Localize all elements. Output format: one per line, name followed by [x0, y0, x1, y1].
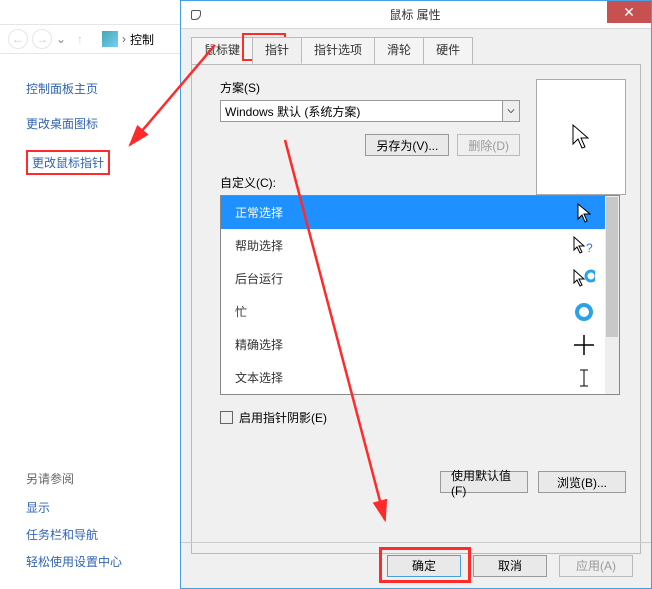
list-item-label: 文本选择	[235, 369, 283, 386]
dialog-title: 鼠标 属性	[209, 6, 621, 23]
svg-text:?: ?	[586, 241, 593, 255]
use-default-button[interactable]: 使用默认值(F)	[440, 471, 528, 493]
tab-hardware[interactable]: 硬件	[423, 37, 473, 64]
cursor-arrow-icon	[572, 124, 590, 150]
tab-wheel[interactable]: 滑轮	[374, 37, 424, 64]
cursor-help-icon: ?	[573, 235, 595, 257]
cursor-working-icon	[573, 268, 595, 290]
cursor-listbox[interactable]: 正常选择 帮助选择 ? 后台运行 忙 精确选择	[220, 195, 620, 395]
tab-buttons[interactable]: 鼠标键	[191, 37, 253, 64]
explorer-nav-bar: ← → ⌄ ↑ › 控制	[0, 24, 180, 54]
list-item-label: 正常选择	[235, 204, 283, 221]
see-also-title: 另请参阅	[26, 470, 176, 487]
breadcrumb-text: 控制	[130, 31, 154, 48]
scrollbar[interactable]	[605, 196, 619, 394]
back-button[interactable]: ←	[8, 29, 28, 49]
footer-link-taskbar[interactable]: 任务栏和导航	[26, 526, 176, 543]
control-panel-icon	[102, 31, 118, 47]
forward-button[interactable]: →	[32, 29, 52, 49]
history-dropdown[interactable]: ⌄	[56, 32, 66, 46]
footer-link-ease[interactable]: 轻松使用设置中心	[26, 553, 176, 570]
apply-button: 应用(A)	[559, 555, 633, 577]
list-item[interactable]: 帮助选择 ?	[221, 229, 605, 262]
cursor-busy-icon	[573, 301, 595, 323]
control-panel-sidebar: 控制面板主页 更改桌面图标 更改鼠标指针	[0, 70, 180, 193]
list-item-label: 后台运行	[235, 270, 283, 287]
mouse-properties-dialog: 鼠标 属性 ✕ 鼠标键 指针 指针选项 滑轮 硬件 方案(S) 另存为(V)..…	[180, 0, 652, 589]
delete-button: 删除(D)	[457, 134, 520, 156]
chevron-down-icon[interactable]	[502, 100, 520, 122]
breadcrumb[interactable]: › 控制	[102, 31, 154, 48]
control-panel-home[interactable]: 控制面板主页	[26, 80, 180, 97]
shadow-checkbox-row[interactable]: 启用指针阴影(E)	[220, 409, 626, 426]
tab-pointers[interactable]: 指针	[252, 37, 302, 64]
list-item[interactable]: 忙	[221, 295, 605, 328]
footer-link-display[interactable]: 显示	[26, 499, 176, 516]
sidebar-link-desktop-icons[interactable]: 更改桌面图标	[26, 115, 180, 132]
list-item-label: 忙	[235, 303, 247, 320]
see-also-section: 另请参阅 显示 任务栏和导航 轻松使用设置中心	[26, 470, 176, 580]
shadow-label: 启用指针阴影(E)	[239, 409, 327, 426]
cursor-ibeam-icon	[573, 367, 595, 389]
browse-button[interactable]: 浏览(B)...	[538, 471, 626, 493]
mouse-icon	[189, 8, 203, 22]
scrollbar-thumb[interactable]	[606, 197, 618, 337]
cursor-preview	[536, 79, 626, 195]
list-item[interactable]: 精确选择	[221, 328, 605, 361]
shadow-checkbox[interactable]	[220, 411, 233, 424]
tab-strip: 鼠标键 指针 指针选项 滑轮 硬件	[191, 37, 641, 65]
list-item-label: 帮助选择	[235, 237, 283, 254]
tab-page-pointers: 方案(S) 另存为(V)... 删除(D) 自定义(C): 正常选择 帮助选择 …	[191, 64, 641, 554]
cursor-arrow-icon	[573, 202, 595, 224]
sidebar-link-mouse-pointer[interactable]: 更改鼠标指针	[26, 150, 110, 175]
save-as-button[interactable]: 另存为(V)...	[365, 134, 449, 156]
cancel-button[interactable]: 取消	[473, 555, 547, 577]
dialog-titlebar: 鼠标 属性 ✕	[181, 1, 651, 29]
list-item[interactable]: 文本选择	[221, 361, 605, 394]
scheme-select[interactable]	[220, 100, 520, 122]
tab-pointer-options[interactable]: 指针选项	[301, 37, 375, 64]
cursor-cross-icon	[573, 334, 595, 356]
up-button[interactable]: ↑	[70, 29, 90, 49]
close-button[interactable]: ✕	[607, 1, 651, 23]
dialog-button-row: 确定 取消 应用(A)	[181, 542, 651, 588]
ok-button[interactable]: 确定	[387, 555, 461, 577]
list-item[interactable]: 正常选择	[221, 196, 605, 229]
list-item[interactable]: 后台运行	[221, 262, 605, 295]
list-item-label: 精确选择	[235, 336, 283, 353]
